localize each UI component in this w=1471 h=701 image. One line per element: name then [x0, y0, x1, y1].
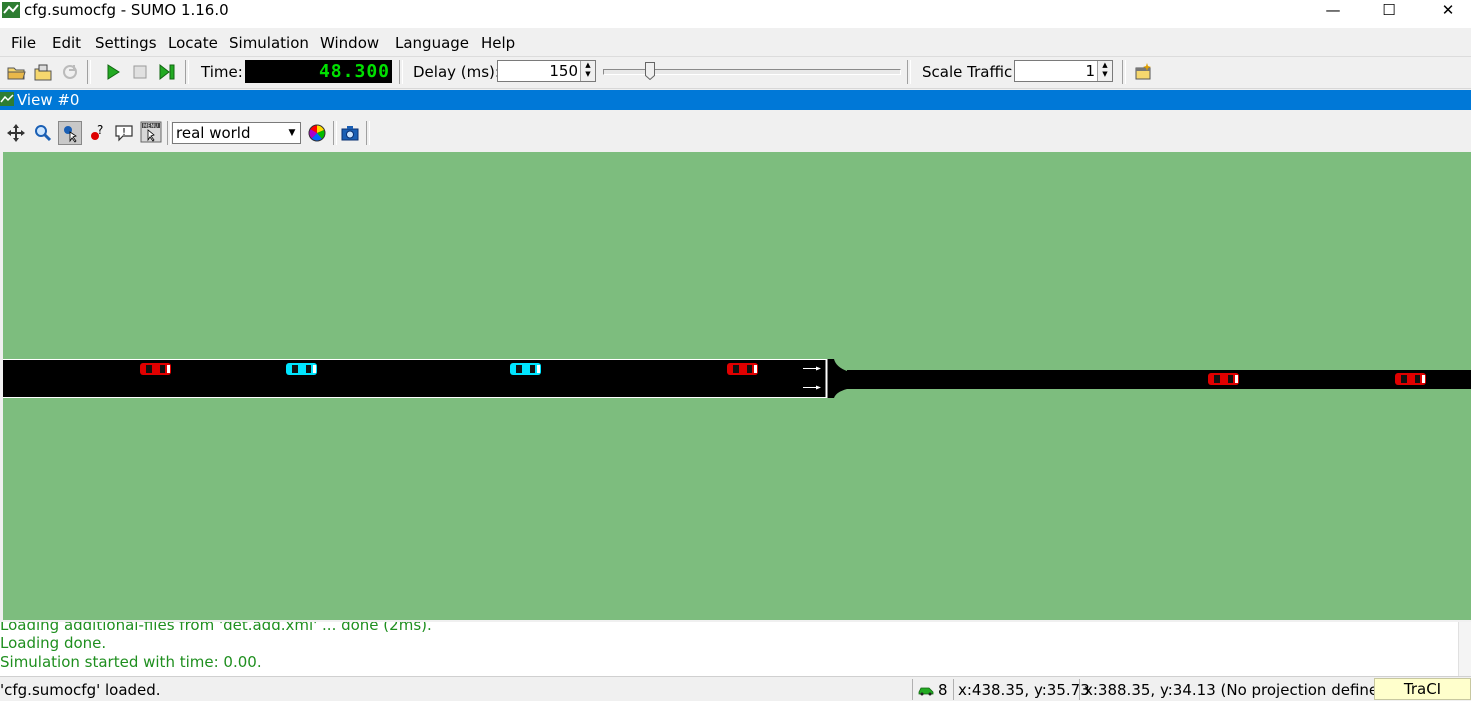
window-title: cfg.sumocfg - SUMO 1.16.0 [24, 1, 229, 19]
menu-window[interactable]: Window [320, 32, 379, 54]
locate-vehicle-icon[interactable]: ? [86, 122, 108, 144]
delay-spinner-arrows[interactable]: ▲ ▼ [580, 61, 595, 81]
sumo-app-icon [2, 2, 20, 18]
toolbar-separator [907, 60, 911, 84]
main-toolbar: Time: 48.300 Delay (ms): 150 ▲ ▼ Scale Tr… [0, 57, 1471, 89]
step-simulation-icon[interactable] [156, 61, 178, 83]
delay-spinner[interactable]: 150 ▲ ▼ [497, 60, 596, 82]
edit-view-settings-icon[interactable]: MENU [140, 121, 162, 143]
vehicle[interactable] [286, 363, 317, 375]
scale-spinner-arrows[interactable]: ▲ ▼ [1097, 61, 1112, 81]
vehicle[interactable] [1208, 373, 1239, 385]
road-west [3, 359, 826, 398]
simulation-canvas[interactable] [3, 152, 1471, 620]
scale-traffic-label: Scale Traffic: [922, 63, 1018, 81]
menu-edit[interactable]: Edit [52, 32, 81, 54]
network-drawing [3, 359, 1471, 398]
stop-simulation-icon[interactable] [129, 61, 151, 83]
message-line: Simulation started with time: 0.00. [0, 653, 262, 671]
open-simulation-icon[interactable] [5, 61, 27, 83]
scale-traffic-value: 1 [1085, 62, 1095, 80]
scale-traffic-spinner[interactable]: 1 ▲ ▼ [1014, 60, 1113, 82]
geo-coordinates: x:388.35, y:34.13 (No projection defined… [1084, 681, 1394, 699]
status-separator [1079, 679, 1080, 700]
maximize-button[interactable]: ☐ [1366, 0, 1412, 22]
message-scrollbar[interactable] [1458, 622, 1471, 676]
car-icon [918, 687, 934, 696]
color-scheme-select[interactable]: real world ▼ [172, 122, 301, 144]
status-separator [912, 679, 913, 700]
network-coordinates: x:438.35, y:35.73 [958, 681, 1090, 699]
svg-text:MENU: MENU [143, 124, 158, 130]
close-button[interactable]: ✕ [1425, 0, 1471, 22]
vehicle-count: 8 [938, 681, 948, 699]
status-bar: 'cfg.sumocfg' loaded. 8 x:438.35, y:35.7… [0, 676, 1471, 701]
color-wheel-icon[interactable] [306, 122, 328, 144]
menu-locate[interactable]: Locate [168, 32, 218, 54]
message-line: Loading additional-files from 'det.add.x… [0, 622, 432, 634]
vehicle[interactable] [510, 363, 541, 375]
toolbar-separator [167, 121, 171, 145]
svg-text:!: ! [122, 127, 126, 138]
message-line: Loading done. [0, 634, 107, 652]
toolbar-separator [87, 60, 91, 84]
toolbar-separator [333, 121, 337, 145]
color-scheme-value: real world [176, 124, 251, 142]
run-simulation-icon[interactable] [102, 61, 124, 83]
delay-slider-thumb[interactable] [645, 62, 655, 80]
status-separator [953, 679, 954, 700]
vehicle[interactable] [1395, 373, 1426, 385]
view-title: View #0 [17, 91, 80, 109]
open-network-icon[interactable] [32, 61, 54, 83]
menu-file[interactable]: File [11, 32, 36, 54]
new-view-icon[interactable] [1132, 61, 1154, 83]
menu-language[interactable]: Language [395, 32, 469, 54]
status-message: 'cfg.sumocfg' loaded. [0, 681, 161, 699]
title-bar: cfg.sumocfg - SUMO 1.16.0 — ☐ ✕ [0, 0, 1471, 28]
show-tooltips-icon[interactable]: ! [113, 122, 135, 144]
reload-icon[interactable] [59, 61, 81, 83]
vehicle[interactable] [727, 363, 758, 375]
message-window: Loading additional-files from 'det.add.x… [0, 622, 1471, 676]
toolbar-separator [366, 121, 370, 145]
traci-indicator: TraCI [1374, 678, 1471, 700]
recenter-view-icon[interactable] [5, 122, 27, 144]
chevron-down-icon: ▼ [288, 128, 296, 138]
locate-junction-button[interactable] [58, 121, 82, 145]
menu-help[interactable]: Help [481, 32, 515, 54]
view-header: View #0 [0, 90, 1471, 110]
toolbar-separator [185, 60, 189, 84]
zoom-icon[interactable] [32, 122, 54, 144]
vehicle[interactable] [140, 363, 171, 375]
time-label: Time: [201, 63, 243, 81]
toolbar-separator [1122, 60, 1126, 84]
view-icon [0, 92, 14, 106]
svg-text:?: ? [97, 123, 103, 137]
road-east [847, 370, 1471, 389]
view-toolbar: ? ! MENU real world ▼ [0, 117, 1471, 149]
minimize-button[interactable]: — [1310, 0, 1356, 22]
menu-bar: File Edit Settings Locate Simulation Win… [0, 28, 1471, 57]
toolbar-separator [399, 60, 403, 84]
time-display: 48.300 [245, 60, 392, 83]
menu-settings[interactable]: Settings [95, 32, 157, 54]
menu-simulation[interactable]: Simulation [229, 32, 309, 54]
locate-junction-icon [64, 126, 77, 143]
junction [826, 359, 847, 398]
delay-value: 150 [549, 62, 578, 80]
screenshot-icon[interactable] [339, 122, 361, 144]
delay-label: Delay (ms): [413, 63, 500, 81]
